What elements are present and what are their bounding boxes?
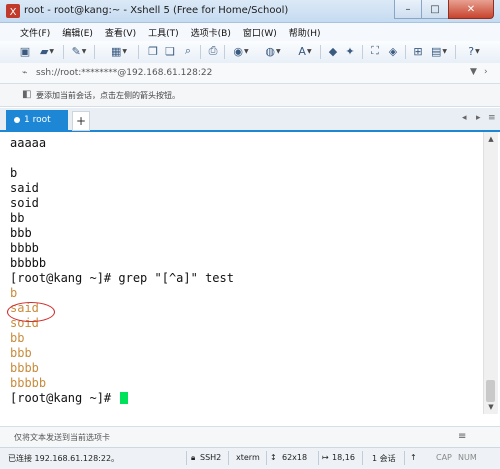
- terminal-line: aaaaa: [10, 136, 47, 150]
- hint-text: 要添加当前会话，点击左侧的箭头按钮。: [36, 91, 180, 100]
- maximize-button[interactable]: □: [421, 0, 449, 19]
- status-bar: 已连接 192.168.61.128:22。 🔒︎ SSH2 xterm ↕ 6…: [0, 447, 500, 469]
- tab-status-icon: [14, 117, 20, 123]
- paste-icon[interactable]: ❏: [163, 44, 177, 58]
- terminal-output-line: bbbbb: [10, 376, 47, 390]
- bookmark-arrow-icon[interactable]: ◧: [22, 89, 31, 100]
- address-dropdown-icon[interactable]: ▼: [470, 67, 477, 77]
- menu-file[interactable]: 文件(F): [14, 26, 56, 39]
- status-size: 62x18: [282, 453, 308, 462]
- status-terminal-type: xterm: [236, 453, 260, 462]
- status-cursor-position: 18,16: [332, 453, 355, 462]
- compose-bar[interactable]: 仅将文本发送到当前选项卡 ≡: [0, 426, 500, 447]
- terminal-line: bbbbb: [10, 256, 47, 270]
- menu-help[interactable]: 帮助(H): [283, 26, 327, 39]
- color-scheme-icon[interactable]: ◉ ▼: [230, 44, 252, 58]
- address-link-icon: ⌁: [22, 68, 28, 78]
- status-up-icon: ↑: [410, 453, 417, 462]
- terminal-prompt-line: [root@kang ~]#: [10, 391, 129, 406]
- toolbar: ▣ ▰ ▼ ✎ ▼ ▦ ▼ ❐ ❏ ⌕ ⎙ ◉ ▼ ◍ ▼ A ▼ ◆ ✦ ⛶ ◈ ⊞ ▤ ▼…: [0, 41, 500, 64]
- address-text[interactable]: ssh://root:********@192.168.61.128:22: [36, 68, 212, 78]
- terminal-output-line: b: [10, 286, 18, 300]
- menu-tab[interactable]: 选项卡(B): [185, 26, 237, 39]
- title-bar: X root - root@kang:~ - Xshell 5 (Free fo…: [0, 0, 500, 23]
- terminal-cursor: [120, 392, 129, 404]
- status-connection: 已连接 192.168.61.128:22。: [8, 454, 120, 463]
- compose-icon[interactable]: ⊞: [411, 44, 425, 58]
- terminal-output-line: bb: [10, 331, 25, 345]
- menu-view[interactable]: 查看(V): [99, 26, 142, 39]
- status-size-icon: ↕: [270, 453, 277, 462]
- lock-icon[interactable]: ✦: [343, 44, 357, 58]
- menu-bar: 文件(F) 编辑(E) 查看(V) 工具(T) 选项卡(B) 窗口(W) 帮助(…: [0, 23, 500, 41]
- font-icon[interactable]: A ▼: [294, 44, 316, 58]
- highlight-circle-annotation: [7, 302, 55, 322]
- close-button[interactable]: ✕: [448, 0, 494, 19]
- help-icon[interactable]: ? ▼: [464, 44, 484, 58]
- new-session-icon[interactable]: ▣: [18, 44, 32, 58]
- terminal-area[interactable]: aaaaa b said soid bb bbb bbbb bbbbb [roo…: [4, 132, 482, 414]
- minimize-icon: –: [405, 3, 411, 15]
- status-caps: CAP: [436, 453, 452, 462]
- terminal-line: bb: [10, 211, 25, 225]
- terminal-output-line: bbbb: [10, 361, 39, 375]
- scroll-up-icon[interactable]: ▲: [484, 132, 498, 146]
- minimize-button[interactable]: –: [394, 0, 422, 19]
- tab-next-icon[interactable]: ▸: [476, 113, 481, 123]
- menu-tools[interactable]: 工具(T): [142, 26, 185, 39]
- terminal-command-line: [root@kang ~]# grep "[^a]" test: [10, 271, 234, 285]
- xshell-window: X root - root@kang:~ - Xshell 5 (Free fo…: [0, 0, 500, 469]
- maximize-icon: □: [430, 3, 440, 15]
- tab-label: 1 root: [24, 115, 51, 125]
- hint-bar: ◧ 要添加当前会话，点击左侧的箭头按钮。: [0, 84, 500, 107]
- xftp-icon[interactable]: ◆: [326, 44, 340, 58]
- status-lock-icon: 🔒︎: [191, 453, 196, 462]
- find-icon[interactable]: ⌕: [181, 44, 195, 58]
- layout-icon[interactable]: ▤ ▼: [429, 44, 449, 58]
- close-icon: ✕: [466, 3, 476, 15]
- print-icon[interactable]: ⎙: [206, 44, 220, 58]
- prompt-text: [root@kang ~]#: [10, 391, 119, 405]
- window-title: root - root@kang:~ - Xshell 5 (Free for …: [24, 5, 289, 16]
- tab-prev-icon[interactable]: ◂: [462, 113, 467, 123]
- terminal-scrollbar[interactable]: ▲ ▼: [483, 132, 498, 414]
- terminal-line: bbb: [10, 226, 32, 240]
- status-sessions: 1 会话: [372, 454, 396, 463]
- xshell-app-icon: X: [6, 4, 20, 18]
- scroll-down-icon[interactable]: ▼: [484, 400, 498, 414]
- properties-icon[interactable]: ▦ ▼: [108, 44, 130, 58]
- status-cursor-icon: ↦: [322, 453, 329, 462]
- terminal-line: bbbb: [10, 241, 39, 255]
- open-folder-icon[interactable]: ▰ ▼: [36, 44, 58, 58]
- terminal-line: soid: [10, 196, 39, 210]
- compose-placeholder[interactable]: 仅将文本发送到当前选项卡: [14, 432, 110, 443]
- terminal-output-line: bbb: [10, 346, 32, 360]
- menu-window[interactable]: 窗口(W): [237, 26, 283, 39]
- address-bar: ⌁ ssh://root:********@192.168.61.128:22 …: [0, 63, 500, 84]
- copy-icon[interactable]: ❐: [146, 44, 160, 58]
- scroll-thumb[interactable]: [486, 380, 495, 402]
- terminal-line: b: [10, 166, 18, 180]
- svg-text:X: X: [10, 7, 17, 18]
- tab-1-root[interactable]: 1 root: [6, 110, 68, 130]
- status-protocol: SSH2: [200, 453, 222, 462]
- transparency-icon[interactable]: ◈: [386, 44, 400, 58]
- tab-bar: 1 root + ◂ ▸ ≡: [0, 108, 500, 132]
- reconnect-icon[interactable]: ✎ ▼: [69, 44, 89, 58]
- fullscreen-icon[interactable]: ⛶: [368, 44, 382, 58]
- add-tab-button[interactable]: +: [72, 111, 90, 131]
- address-go-icon[interactable]: ›: [484, 67, 488, 77]
- tab-list-icon[interactable]: ≡: [488, 113, 496, 123]
- status-num: NUM: [458, 453, 477, 462]
- globe-icon[interactable]: ◍ ▼: [262, 44, 284, 58]
- menu-edit[interactable]: 编辑(E): [56, 26, 99, 39]
- terminal-line: said: [10, 181, 39, 195]
- compose-menu-icon[interactable]: ≡: [458, 431, 466, 442]
